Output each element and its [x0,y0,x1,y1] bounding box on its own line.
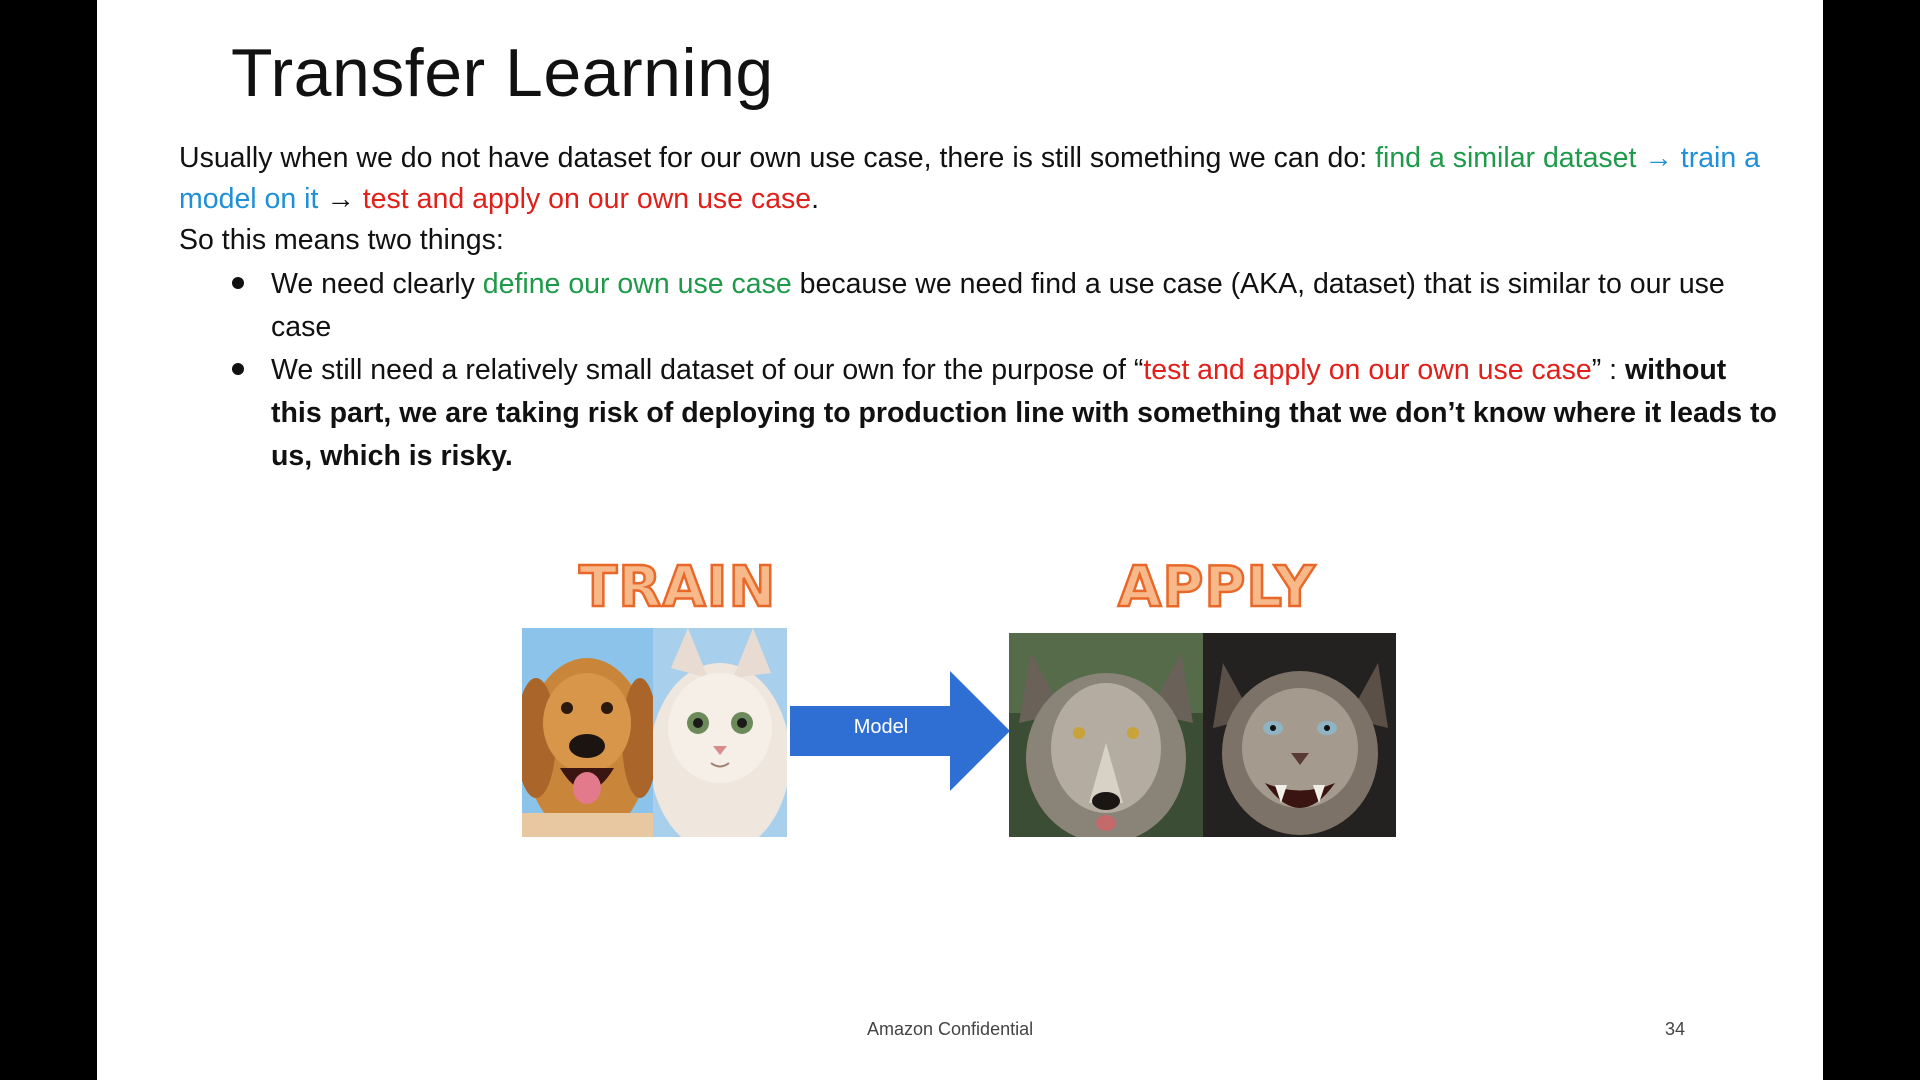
bullet-text-post: ” : [1591,354,1625,386]
bullet-highlight: define our own use case [482,268,792,300]
bullet-dot-icon [232,277,244,289]
bullet-text-pre: We still need a relatively small dataset… [271,354,1144,386]
wolf-illustration [1009,633,1203,837]
bullet-dot-icon [232,363,244,375]
bullet-list: We need clearly define our own use case … [179,263,1779,478]
footer-confidential: Amazon Confidential [867,1019,1034,1039]
so-line: So this means two things: [179,224,504,256]
bullet-text-pre: We need clearly [271,268,483,300]
bullet-item: We still need a relatively small dataset… [232,349,1779,478]
bullet-item: We need clearly define our own use case … [232,263,1779,349]
cougar-illustration [1203,633,1396,837]
intro-period: . [811,183,820,215]
page-number: 34 [1665,1019,1686,1039]
slide: Transfer Learning Usually when we do not… [97,0,1823,1080]
slide-body: Usually when we do not have dataset for … [179,138,1779,478]
dog-illustration [522,628,653,837]
model-arrow-label: Model [853,716,909,738]
arrow-glyph-1: → [1644,142,1673,174]
apply-label: APPLY [1117,555,1316,620]
cat-illustration [653,628,787,837]
dog-photo [522,628,653,837]
arrow-glyph-2: → [326,183,355,215]
slide-title: Transfer Learning [231,35,774,111]
wolf-photo [1009,633,1203,837]
intro-paragraph: Usually when we do not have dataset for … [179,138,1779,220]
intro-text: Usually when we do not have dataset for … [179,142,1376,174]
train-label: TRAIN [578,555,777,620]
presentation-viewer: Transfer Learning Usually when we do not… [0,0,1920,1080]
cougar-photo [1203,633,1396,837]
step-test-apply: test and apply on our own use case [362,183,812,215]
bullet-highlight: test and apply on our own use case [1143,354,1592,386]
step-find-dataset: find a similar dataset [1375,142,1637,174]
cat-photo [653,628,787,837]
